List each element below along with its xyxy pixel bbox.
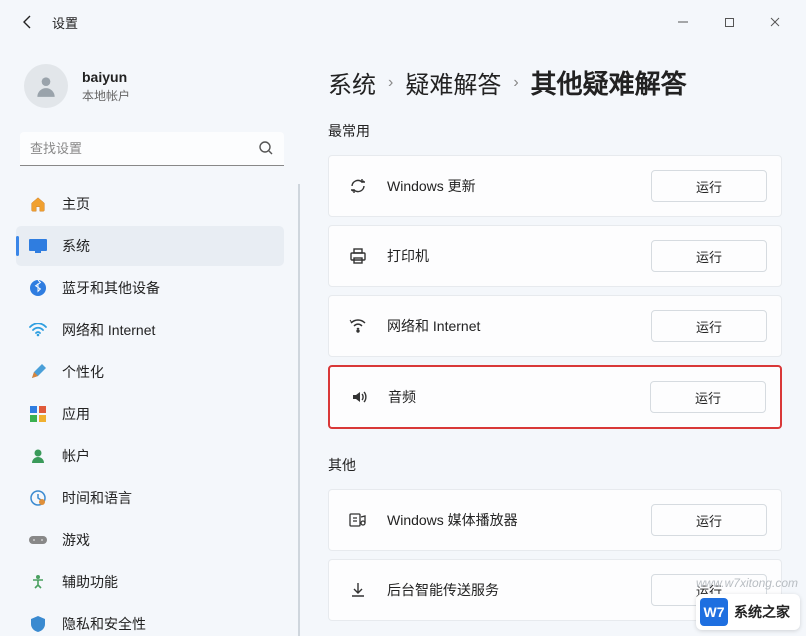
apps-icon: [28, 404, 48, 424]
personalize-icon: [28, 362, 48, 382]
search-input[interactable]: [20, 132, 284, 166]
crumb-other-troubleshoot: 其他疑难解答: [531, 64, 687, 101]
printer-icon: [347, 245, 369, 267]
run-button[interactable]: 运行: [650, 381, 766, 413]
crumb-troubleshoot[interactable]: 疑难解答: [405, 65, 501, 100]
network-icon: [28, 320, 48, 340]
run-button[interactable]: 运行: [651, 240, 767, 272]
crumb-system[interactable]: 系统: [328, 65, 376, 100]
download-icon: [347, 579, 369, 601]
nav: 主页系统蓝牙和其他设备网络和 Internet 个性化应用帐户时间和语言游戏辅助功…: [16, 182, 300, 636]
maximize-button[interactable]: [706, 6, 752, 38]
privacy-icon: [28, 614, 48, 634]
window-controls: [660, 6, 798, 38]
nav-item-network[interactable]: 网络和 Internet: [16, 310, 284, 350]
nav-label: 个性化: [62, 362, 104, 382]
titlebar: 设置: [0, 0, 806, 44]
nav-item-gaming[interactable]: 游戏: [16, 520, 284, 560]
accounts-icon: [28, 446, 48, 466]
troubleshooter-card-media: Windows 媒体播放器运行: [328, 489, 782, 551]
chevron-right-icon: ›: [388, 74, 393, 92]
nav-label: 帐户: [62, 446, 90, 466]
nav-label: 主页: [62, 194, 90, 214]
logo-square: W7: [700, 598, 728, 626]
card-label: Windows 媒体播放器: [387, 510, 651, 530]
system-icon: [28, 236, 48, 256]
wifi-icon: [347, 315, 369, 337]
close-button[interactable]: [752, 6, 798, 38]
card-label: 音频: [388, 387, 650, 407]
window-title: 设置: [52, 13, 78, 32]
nav-label: 应用: [62, 404, 90, 424]
nav-item-time[interactable]: 时间和语言: [16, 478, 284, 518]
audio-icon: [348, 386, 370, 408]
nav-label: 辅助功能: [62, 572, 118, 592]
nav-label: 蓝牙和其他设备: [62, 278, 160, 298]
troubleshooter-card-sync: Windows 更新运行: [328, 155, 782, 217]
home-icon: [28, 194, 48, 214]
nav-label: 系统: [62, 236, 90, 256]
avatar: [24, 64, 68, 108]
nav-item-apps[interactable]: 应用: [16, 394, 284, 434]
nav-label: 时间和语言: [62, 488, 132, 508]
card-label: Windows 更新: [387, 176, 651, 196]
nav-item-privacy[interactable]: 隐私和安全性: [16, 604, 284, 636]
card-label: 打印机: [387, 246, 651, 266]
run-button[interactable]: 运行: [651, 504, 767, 536]
nav-item-home[interactable]: 主页: [16, 184, 284, 224]
user-name: baiyun: [82, 69, 130, 85]
back-arrow-icon: [20, 14, 36, 30]
search-icon: [258, 140, 274, 161]
bluetooth-icon: [28, 278, 48, 298]
media-icon: [347, 509, 369, 531]
sync-icon: [347, 175, 369, 197]
main-content: 系统 › 疑难解答 › 其他疑难解答 最常用 Windows 更新运行打印机运行…: [300, 44, 806, 636]
nav-item-bluetooth[interactable]: 蓝牙和其他设备: [16, 268, 284, 308]
section-title-other: 其他: [328, 455, 782, 475]
troubleshooter-card-audio: 音频运行: [328, 365, 782, 429]
nav-item-personalize[interactable]: 个性化: [16, 352, 284, 392]
user-subtitle: 本地帐户: [82, 87, 130, 104]
nav-label: 隐私和安全性: [62, 614, 146, 634]
back-button[interactable]: [8, 2, 48, 42]
nav-label: 游戏: [62, 530, 90, 550]
minimize-button[interactable]: [660, 6, 706, 38]
nav-item-system[interactable]: 系统: [16, 226, 284, 266]
troubleshooter-card-printer: 打印机运行: [328, 225, 782, 287]
watermark: www.w7xitong.com: [696, 576, 798, 590]
run-button[interactable]: 运行: [651, 310, 767, 342]
user-profile[interactable]: baiyun 本地帐户: [16, 52, 300, 128]
run-button[interactable]: 运行: [651, 170, 767, 202]
gaming-icon: [28, 530, 48, 550]
sidebar: baiyun 本地帐户 主页系统蓝牙和其他设备网络和 Internet 个性化应用…: [0, 44, 300, 636]
nav-label: 网络和 Internet: [62, 320, 155, 340]
nav-item-accessibility[interactable]: 辅助功能: [16, 562, 284, 602]
breadcrumb: 系统 › 疑难解答 › 其他疑难解答: [328, 64, 782, 101]
accessibility-icon: [28, 572, 48, 592]
nav-item-accounts[interactable]: 帐户: [16, 436, 284, 476]
time-icon: [28, 488, 48, 508]
chevron-right-icon: ›: [513, 74, 518, 92]
section-title-frequent: 最常用: [328, 121, 782, 141]
logo-text: 系统之家: [734, 602, 790, 622]
search-box[interactable]: [20, 132, 284, 166]
card-label: 后台智能传送服务: [387, 580, 651, 600]
logo-badge: W7 系统之家: [696, 594, 800, 630]
card-label: 网络和 Internet: [387, 316, 651, 336]
troubleshooter-card-wifi: 网络和 Internet运行: [328, 295, 782, 357]
